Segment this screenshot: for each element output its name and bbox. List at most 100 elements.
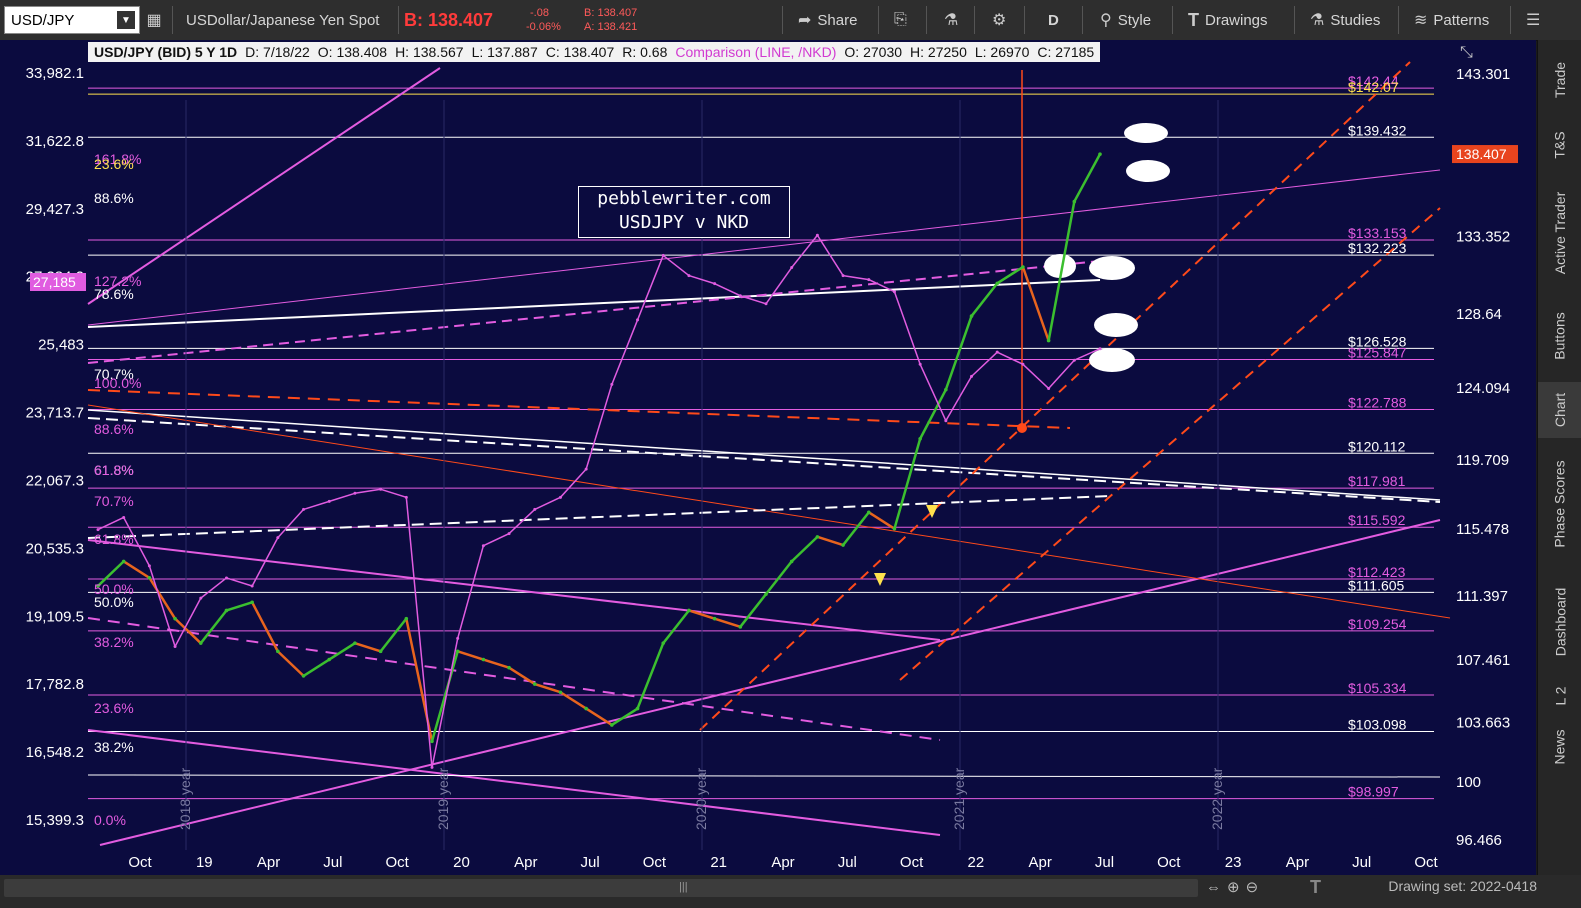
drawings-icon: T xyxy=(1188,9,1199,30)
fib-price-label: $111.605 xyxy=(1348,577,1405,593)
usdjpy-point xyxy=(764,592,768,596)
nkd-point xyxy=(1072,358,1076,362)
link-grid-icon[interactable]: ▦ xyxy=(146,6,168,34)
usdjpy-point xyxy=(584,706,588,711)
left-axis-tick: 20,535.3 xyxy=(26,540,84,557)
style-icon: ⚲ xyxy=(1100,12,1112,29)
nkd-point xyxy=(353,491,357,495)
menu-icon[interactable]: ☰ xyxy=(1526,6,1546,34)
right-axis-tick: 103.663 xyxy=(1456,714,1510,731)
patterns-button[interactable]: ≋ Patterns xyxy=(1414,6,1489,34)
nkd-point xyxy=(327,499,331,503)
year-label: 2019 year xyxy=(435,767,451,830)
nkd-point xyxy=(918,362,922,366)
scroll-grip-icon[interactable]: ||| xyxy=(679,881,688,893)
gear-icon[interactable]: ⚙ xyxy=(992,6,1012,34)
nkd-point xyxy=(199,596,203,600)
chart-svg[interactable]: $142.44$142.07$139.432$133.153$132.223$1… xyxy=(0,40,1536,875)
crosshair-icon[interactable]: ⊕ xyxy=(1227,879,1246,896)
zoom-controls[interactable]: ⇔⊕⊖ xyxy=(1206,878,1264,896)
legend-high: H: 138.567 xyxy=(395,44,464,60)
tab-dashboard[interactable]: Dashboard xyxy=(1538,572,1581,672)
tab-phase-scores[interactable]: Phase Scores xyxy=(1538,444,1581,564)
tab-news[interactable]: News xyxy=(1538,722,1581,772)
x-axis-tick: Apr xyxy=(514,854,537,871)
tab-phase-scores-label: Phase Scores xyxy=(1552,460,1569,548)
watermark-box: pebblewriter.com USDJPY v NKD xyxy=(578,186,790,238)
left-axis-tick: 15,399.3 xyxy=(26,812,84,829)
x-axis-tick: Oct xyxy=(1414,854,1438,871)
chevron-down-icon[interactable]: ▼ xyxy=(117,11,135,29)
x-axis-tick: 20 xyxy=(453,854,470,871)
usdjpy-point xyxy=(1046,338,1051,343)
legend-comp-close: C: 27185 xyxy=(1037,44,1095,60)
nkd-point xyxy=(867,278,871,282)
period-button[interactable]: D xyxy=(1048,6,1059,34)
nkd-point xyxy=(456,636,460,640)
nkd-point xyxy=(764,302,768,306)
legend-open: O: 138.408 xyxy=(317,44,388,60)
tab-chart-label: Chart xyxy=(1551,392,1568,428)
tab-time-sales[interactable]: T&S xyxy=(1538,118,1581,172)
legend-close: C: 138.407 xyxy=(545,44,615,60)
nkd-point xyxy=(430,765,434,769)
usdjpy-point xyxy=(841,543,845,547)
nkd-point xyxy=(970,374,974,378)
usdjpy-point xyxy=(687,608,691,613)
fib-percent-label: 23.6% xyxy=(94,700,134,716)
chart-area[interactable]: $142.44 $142.07 $139.432 $133.153 $132.223 $1… xyxy=(0,40,1536,875)
collapse-icon[interactable]: ⤡ xyxy=(1460,44,1473,62)
right-axis-tick: 133.352 xyxy=(1456,229,1510,246)
usdjpy-point xyxy=(815,535,820,539)
share-button[interactable]: ➦ Share xyxy=(798,6,857,34)
chart-legend-bar: USD/JPY (BID) 5 Y 1D D: 7/18/22 O: 138.4… xyxy=(88,42,1101,62)
nkd-point xyxy=(250,584,254,588)
studies-button[interactable]: ⚗ Studies xyxy=(1310,6,1380,34)
legend-date: D: 7/18/22 xyxy=(245,44,310,60)
symbol-selector[interactable]: USD/JPY ▼ xyxy=(4,6,140,34)
usdjpy-point xyxy=(121,559,126,564)
fib-percent-label: 38.2% xyxy=(94,634,134,650)
style-button[interactable]: ⚲ Style xyxy=(1100,6,1151,34)
right-axis-tick: 143.301 xyxy=(1456,66,1510,83)
drawing-tool-icon[interactable]: T xyxy=(1310,877,1321,898)
tab-buttons[interactable]: Buttons xyxy=(1538,298,1581,374)
usdjpy-point xyxy=(276,649,280,654)
snapshot-icon[interactable]: ⎘ xyxy=(894,6,913,34)
flask-icon[interactable]: ⚗ xyxy=(944,6,964,34)
fib-price-label: $139.432 xyxy=(1348,122,1407,138)
tab-dashboard-label: Dashboard xyxy=(1552,587,1568,657)
usdjpy-point xyxy=(224,608,229,613)
bid-small: B: 138.407 xyxy=(584,7,638,19)
nkd-point xyxy=(815,233,819,237)
usdjpy-point xyxy=(430,739,434,744)
target-ellipse xyxy=(1124,123,1168,143)
chart-title: USD/JPY (BID) 5 Y 1D xyxy=(94,44,238,60)
ask-small: A: 138.421 xyxy=(584,21,638,33)
horizontal-scrollbar[interactable]: ||| xyxy=(4,879,1198,897)
drawings-button[interactable]: T Drawings xyxy=(1188,6,1268,34)
bottom-bar: ||| ⇔⊕⊖ T Drawing set: 2022-0418 xyxy=(0,875,1581,908)
tab-chart[interactable]: Chart xyxy=(1538,382,1581,438)
patterns-label: Patterns xyxy=(1433,11,1490,29)
nkd-point xyxy=(533,507,537,511)
x-axis-tick: Jul xyxy=(1095,854,1114,871)
zoom-icon[interactable]: ⊖ xyxy=(1246,879,1265,896)
tab-active-trader[interactable]: Active Trader xyxy=(1538,178,1581,288)
tab-trade[interactable]: Trade xyxy=(1538,50,1581,110)
legend-comp-open: O: 27030 xyxy=(844,44,903,60)
fib-price-label: $122.788 xyxy=(1348,394,1407,410)
tab-level2[interactable]: L 2 xyxy=(1538,676,1581,716)
tab-level2-label: L 2 xyxy=(1551,686,1568,706)
usdjpy-point xyxy=(378,649,383,654)
nkd-point xyxy=(1098,347,1102,351)
nkd-point xyxy=(1021,362,1025,366)
drawings-label: Drawings xyxy=(1205,11,1268,29)
arrows-icon[interactable]: ⇔ xyxy=(1206,879,1227,896)
right-axis-tick: 107.461 xyxy=(1456,652,1510,669)
x-axis-tick: 21 xyxy=(710,854,727,871)
watermark-line2: USDJPY v NKD xyxy=(618,212,750,233)
fib-percent-label: 61.8% xyxy=(94,531,134,547)
fib-percent-label: 38.2% xyxy=(94,739,134,755)
usdjpy-point xyxy=(969,314,974,318)
